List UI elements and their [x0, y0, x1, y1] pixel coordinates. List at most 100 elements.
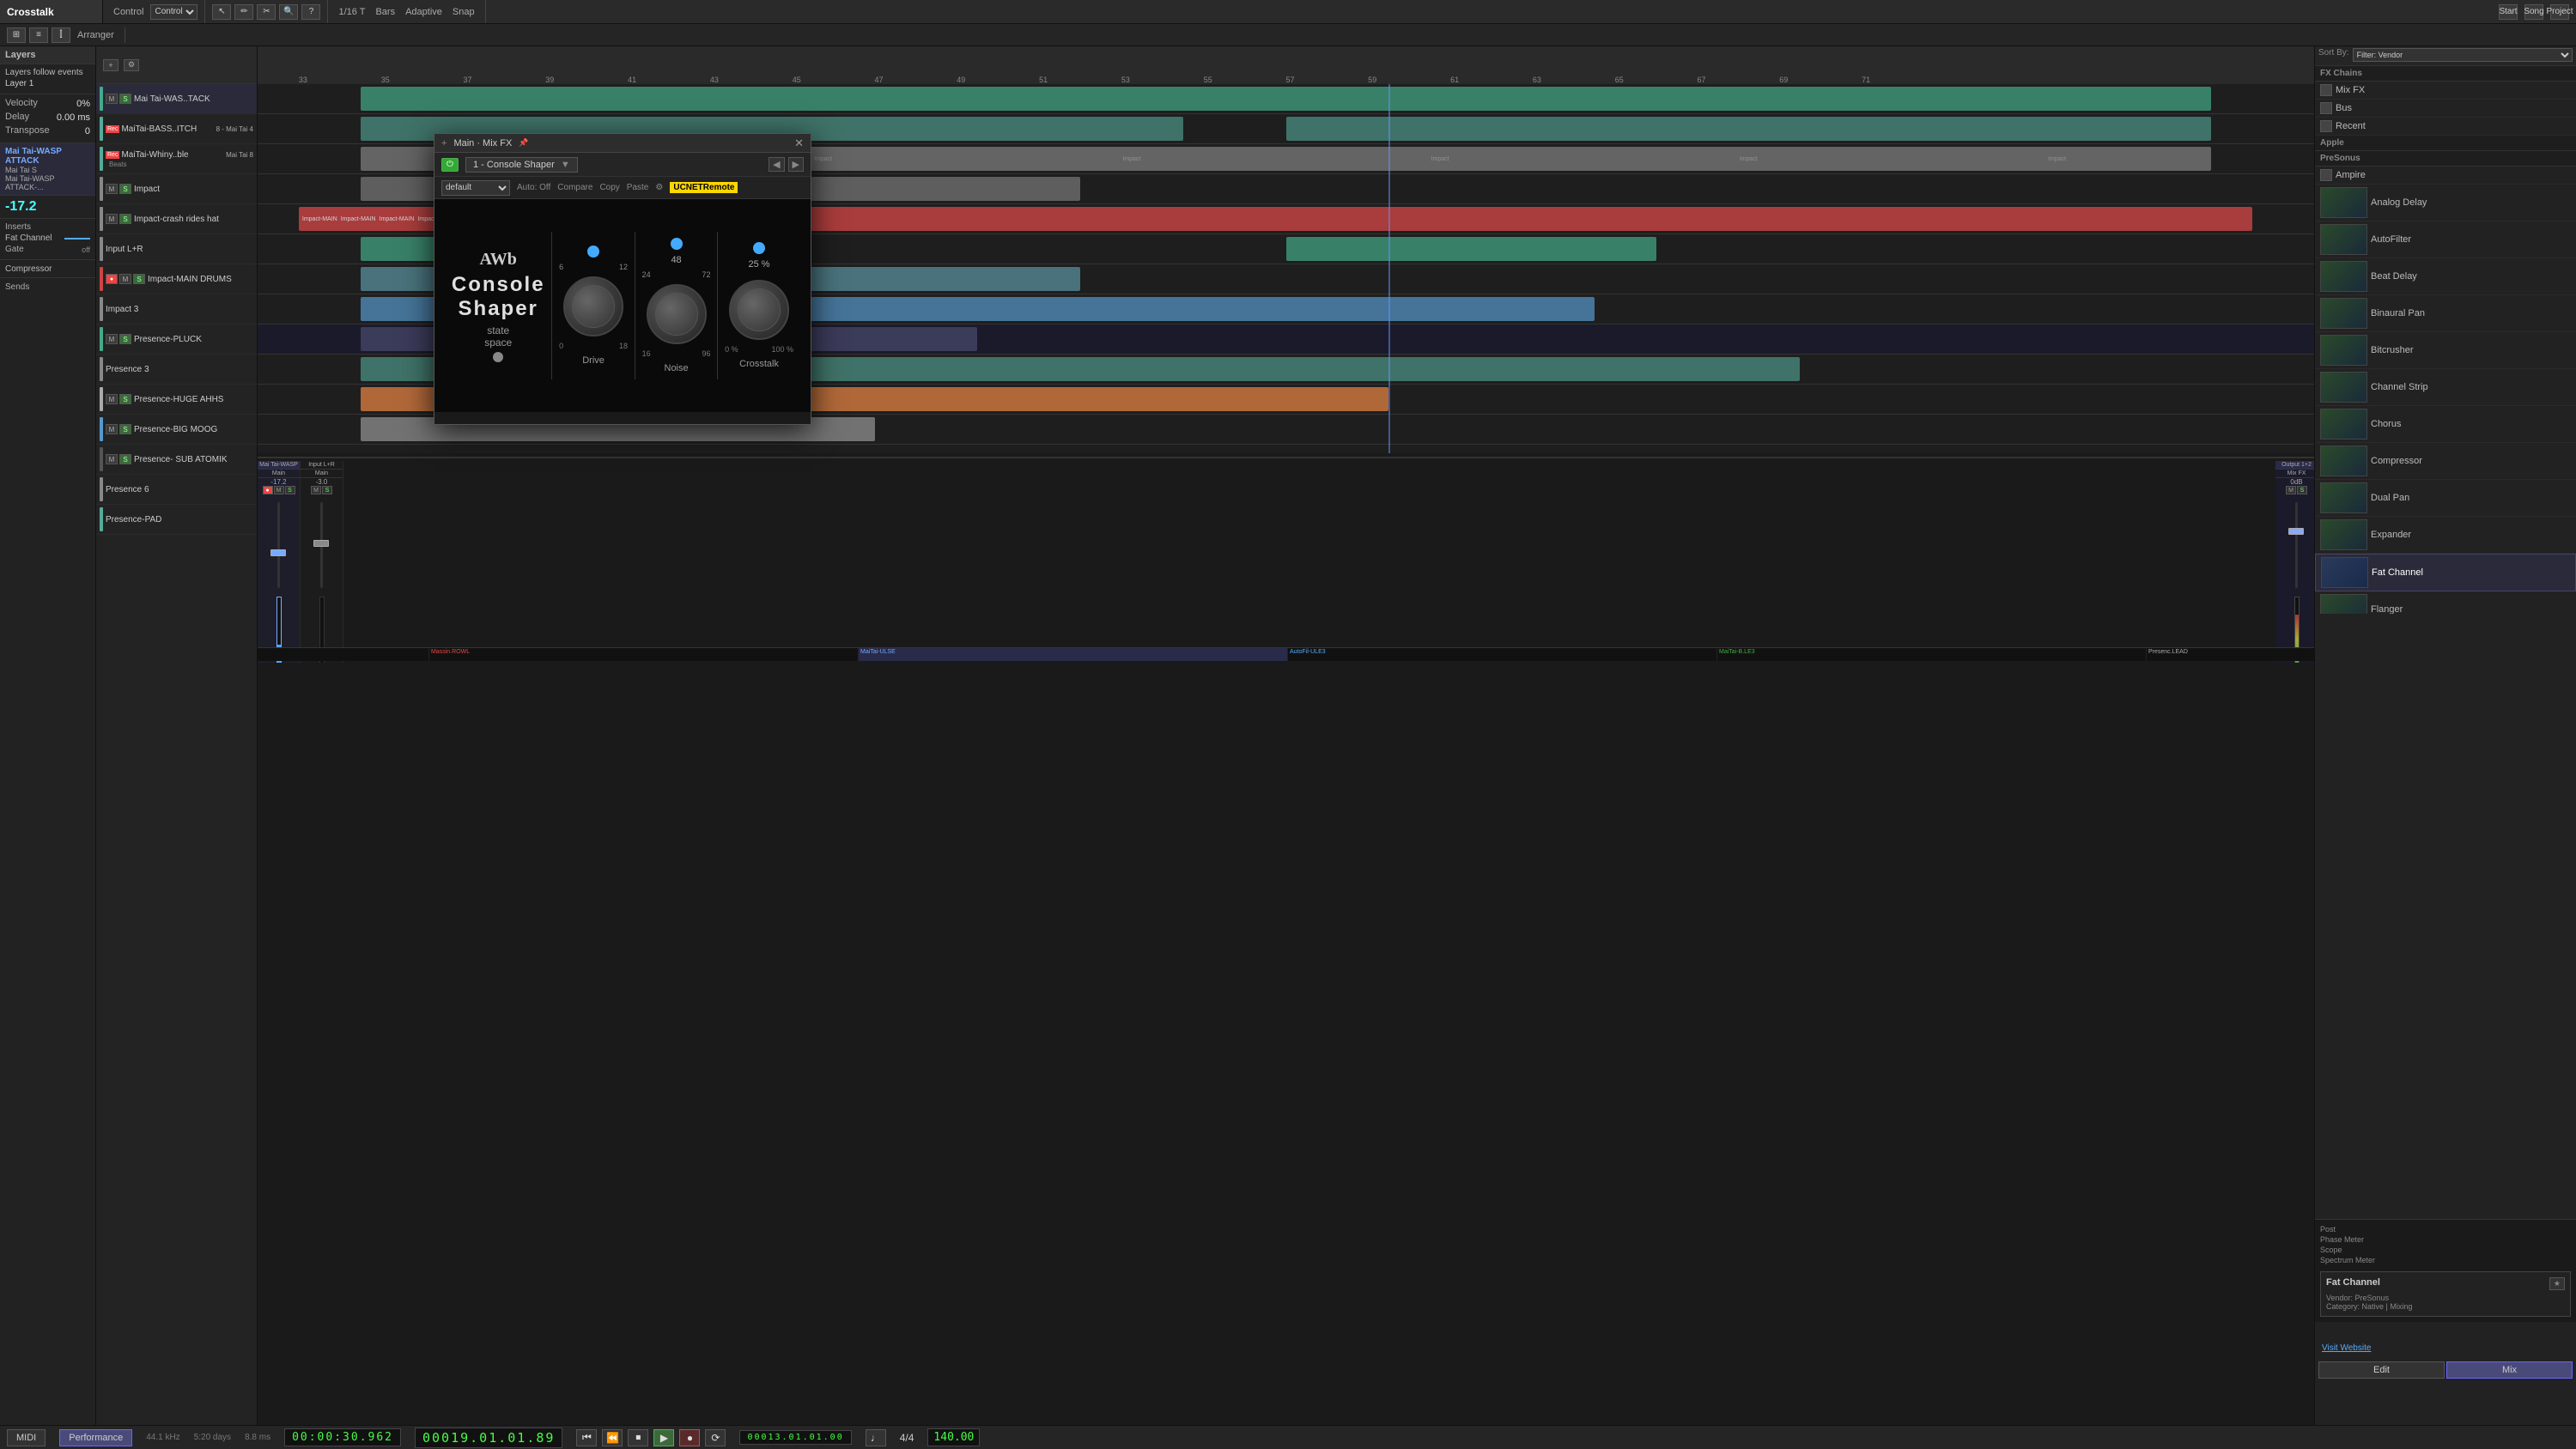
main-drums-rec[interactable]: ●: [106, 274, 118, 284]
wasp-rec[interactable]: ●: [263, 486, 273, 494]
wasp-mute[interactable]: M: [274, 486, 284, 494]
track-crash[interactable]: M S Impact-crash rides hat: [96, 204, 257, 234]
fx-beat-delay[interactable]: Beat Delay: [2315, 258, 2576, 295]
cursor-tool-btn[interactable]: ↖: [212, 4, 231, 20]
main-drums-solo[interactable]: S: [133, 274, 145, 284]
plugin-close-btn[interactable]: ✕: [794, 136, 804, 150]
ahhs-solo[interactable]: S: [119, 394, 131, 404]
track-main-drums[interactable]: ● M S Impact-MAIN DRUMS: [96, 264, 257, 294]
fx-channel-strip[interactable]: Channel Strip: [2315, 369, 2576, 406]
loop-btn[interactable]: ⟳: [705, 1429, 726, 1446]
preset-select[interactable]: default: [441, 180, 510, 196]
fx-chorus[interactable]: Chorus: [2315, 406, 2576, 443]
midi-btn[interactable]: MIDI: [7, 1429, 46, 1446]
track-presence3[interactable]: Presence 3: [96, 355, 257, 385]
mute-btn-wasp[interactable]: M: [106, 94, 118, 104]
track-presence6[interactable]: Presence 6: [96, 475, 257, 505]
wasp-handle[interactable]: [270, 549, 286, 556]
crash-mute[interactable]: M: [106, 214, 118, 224]
fx-flanger[interactable]: Flanger: [2315, 591, 2576, 614]
ahhs-mute[interactable]: M: [106, 394, 118, 404]
plugin-power-btn[interactable]: ⏻: [441, 158, 459, 172]
ampire-item[interactable]: Ampire: [2315, 167, 2576, 185]
settings-btn[interactable]: ⚙: [655, 183, 663, 192]
ch8-handle[interactable]: [313, 540, 329, 547]
layer-1-row[interactable]: Layer 1: [5, 79, 90, 88]
mix-fx-item[interactable]: Mix FX: [2315, 82, 2576, 100]
bass-rec-btn[interactable]: Rec: [106, 125, 119, 133]
copy-btn[interactable]: Copy: [599, 183, 619, 192]
prev-btn[interactable]: ⏪: [602, 1429, 623, 1446]
sub-solo[interactable]: S: [119, 454, 131, 464]
fat-channel-item[interactable]: Fat Channel: [5, 233, 52, 243]
play-btn[interactable]: ▶: [653, 1429, 674, 1446]
prev-plugin-btn[interactable]: ◀: [769, 157, 784, 172]
crosstalk-enable-btn[interactable]: [753, 242, 765, 254]
help-tool-btn[interactable]: ?: [301, 4, 320, 20]
erase-tool-btn[interactable]: ✂: [257, 4, 276, 20]
moog-mute[interactable]: M: [106, 424, 118, 434]
start-btn[interactable]: Start: [2499, 4, 2518, 20]
gate-item[interactable]: Gate: [5, 245, 24, 254]
track-huge-ahhs[interactable]: M S Presence-HUGE AHHS: [96, 385, 257, 415]
drive-enable-btn[interactable]: [587, 246, 599, 258]
track-item-bass[interactable]: Rec MaiTai-BASS..ITCH 8 - Mai Tai 4: [96, 114, 257, 144]
fx-analog-delay[interactable]: Analog Delay: [2315, 185, 2576, 221]
stop-btn[interactable]: ⏹: [628, 1429, 648, 1446]
moog-solo[interactable]: S: [119, 424, 131, 434]
bus-item[interactable]: Bus: [2315, 100, 2576, 118]
output-mute[interactable]: M: [2286, 486, 2296, 494]
track-sub-atomik[interactable]: M S Presence- SUB ATOMIK: [96, 445, 257, 475]
edit-btn[interactable]: Edit: [2318, 1361, 2445, 1379]
record-btn[interactable]: ●: [679, 1429, 700, 1446]
fx-dual-pan[interactable]: Dual Pan: [2315, 480, 2576, 517]
crash-solo[interactable]: S: [119, 214, 131, 224]
track-impact3[interactable]: Impact 3: [96, 294, 257, 324]
control-dropdown[interactable]: Control: [150, 4, 197, 20]
compressor-label[interactable]: Compressor: [5, 264, 52, 274]
pencil-tool-btn[interactable]: ✏: [234, 4, 253, 20]
track-pluck[interactable]: M S Presence-PLUCK: [96, 324, 257, 355]
ch8-solo[interactable]: S: [322, 486, 332, 494]
rewind-btn[interactable]: ⏮: [576, 1429, 597, 1446]
paste-btn[interactable]: Paste: [627, 183, 649, 192]
song-btn[interactable]: Song: [2524, 4, 2543, 20]
output-handle[interactable]: [2288, 528, 2304, 535]
track-impact[interactable]: M S Impact: [96, 174, 257, 204]
track-options-btn[interactable]: ⚙: [124, 59, 139, 71]
whiny-rec-btn[interactable]: Rec: [106, 151, 119, 159]
track-item-whiny[interactable]: Rec MaiTai-Whiny..ble Mai Tai 8 Beats: [96, 144, 257, 174]
drive-knob[interactable]: [563, 276, 623, 336]
pluck-mute[interactable]: M: [106, 334, 118, 344]
output-solo[interactable]: S: [2297, 486, 2307, 494]
track-big-moog[interactable]: M S Presence-BIG MOOG: [96, 415, 257, 445]
next-plugin-btn[interactable]: ▶: [788, 157, 804, 172]
track-pad1[interactable]: Presence-PAD: [96, 505, 257, 535]
crosstalk-knob[interactable]: [729, 280, 789, 340]
metronome-btn[interactable]: ♩: [866, 1429, 886, 1446]
mix-btn[interactable]: Mix: [2446, 1361, 2573, 1379]
main-drums-mute[interactable]: M: [119, 274, 131, 284]
fx-bookmark-btn[interactable]: ★: [2549, 1277, 2565, 1290]
arranger-toggle[interactable]: ⊞: [7, 27, 26, 43]
pluck-solo[interactable]: S: [119, 334, 131, 344]
fx-expander[interactable]: Expander: [2315, 517, 2576, 554]
ch8-mute[interactable]: M: [311, 486, 321, 494]
noise-enable-btn[interactable]: [671, 238, 683, 250]
performance-btn[interactable]: Performance: [59, 1429, 132, 1446]
fx-fat-channel[interactable]: Fat Channel: [2315, 554, 2576, 591]
impact-mute[interactable]: M: [106, 184, 118, 194]
add-track-btn[interactable]: +: [103, 59, 118, 71]
track-lr[interactable]: Input L+R: [96, 234, 257, 264]
track-view-btn[interactable]: ≡: [29, 27, 48, 43]
track-item-wasp[interactable]: M S Mai Tai-WAS..TACK: [96, 84, 257, 114]
noise-knob[interactable]: [647, 284, 707, 344]
plugin-name-badge[interactable]: 1 - Console Shaper ▼: [465, 157, 578, 173]
mix-view-btn[interactable]: ⫿: [52, 27, 70, 43]
fx-binaural-pan[interactable]: Binaural Pan: [2315, 295, 2576, 332]
compare-btn[interactable]: Compare: [557, 183, 592, 192]
fx-bitcrusher[interactable]: Bitcrusher: [2315, 332, 2576, 369]
fx-autofilter[interactable]: AutoFilter: [2315, 221, 2576, 258]
zoom-tool-btn[interactable]: 🔍: [279, 4, 298, 20]
fx-compressor[interactable]: Compressor: [2315, 443, 2576, 480]
